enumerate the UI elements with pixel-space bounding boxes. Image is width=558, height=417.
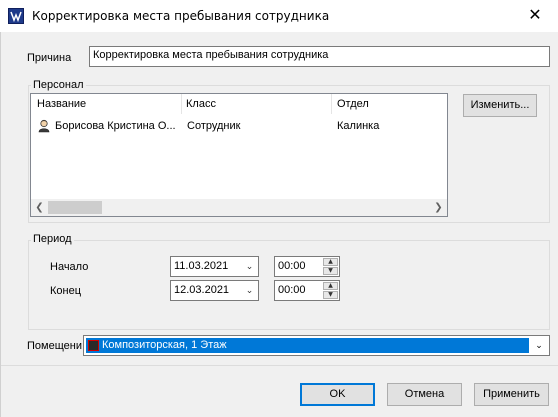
window-title: Корректировка места пребывания сотрудник… (32, 9, 330, 23)
start-label: Начало (50, 261, 89, 273)
reason-input[interactable]: Корректировка места пребывания сотрудник… (89, 46, 550, 67)
dialog-body: Причина Корректировка места пребывания с… (0, 32, 558, 417)
apply-button[interactable]: Применить (474, 383, 549, 406)
ok-button[interactable]: OK (300, 383, 375, 406)
list-header: Название Класс Отдел (31, 94, 447, 114)
start-date-picker[interactable]: 11.03.2021 ⌄ (170, 256, 259, 277)
chevron-down-icon[interactable]: ⌄ (241, 257, 258, 276)
row-dept: Калинка (337, 120, 380, 132)
change-personnel-button[interactable]: Изменить... (463, 94, 537, 117)
cancel-button[interactable]: Отмена (387, 383, 462, 406)
spin-down-icon[interactable]: ▼ (323, 267, 338, 275)
end-time-spinner[interactable]: 00:00 ▲ ▼ (274, 280, 340, 301)
person-icon (38, 119, 50, 133)
personnel-list[interactable]: Название Класс Отдел Борисова Кристина О… (30, 93, 448, 217)
spin-up-icon[interactable]: ▲ (323, 282, 338, 290)
room-label: Помещени (27, 340, 82, 352)
chevron-down-icon[interactable]: ⌄ (531, 336, 547, 356)
room-selection: Композиторская, 1 Этаж (86, 338, 529, 353)
column-divider[interactable] (181, 94, 182, 114)
start-time-spinner[interactable]: 00:00 ▲ ▼ (274, 256, 340, 277)
room-icon (88, 340, 99, 351)
scroll-thumb[interactable] (48, 201, 102, 214)
period-group-title: Период (31, 233, 74, 245)
list-item[interactable]: Борисова Кристина О... Сотрудник Калинка (31, 118, 447, 135)
scroll-left-icon[interactable]: ❮ (31, 199, 48, 216)
end-label: Конец (50, 285, 82, 297)
start-date-value: 11.03.2021 (174, 260, 229, 272)
spin-down-icon[interactable]: ▼ (323, 291, 338, 299)
row-class: Сотрудник (187, 120, 241, 132)
column-header-name[interactable]: Название (37, 98, 86, 110)
chevron-down-icon[interactable]: ⌄ (241, 281, 258, 300)
column-divider[interactable] (331, 94, 332, 114)
personnel-group-title: Персонал (31, 79, 86, 91)
room-value: Композиторская, 1 Этаж (102, 339, 227, 351)
scroll-right-icon[interactable]: ❯ (430, 199, 447, 216)
end-time-value: 00:00 (278, 284, 306, 296)
app-icon (8, 8, 24, 24)
horizontal-scrollbar[interactable]: ❮ ❯ (31, 199, 447, 216)
spin-up-icon[interactable]: ▲ (323, 258, 338, 266)
title-bar: Корректировка места пребывания сотрудник… (0, 0, 558, 33)
close-icon[interactable]: ✕ (512, 0, 558, 32)
start-time-value: 00:00 (278, 260, 306, 272)
end-date-picker[interactable]: 12.03.2021 ⌄ (170, 280, 259, 301)
room-dropdown[interactable]: Композиторская, 1 Этаж ⌄ (83, 335, 550, 356)
divider (1, 365, 558, 366)
reason-label: Причина (27, 52, 72, 64)
column-header-dept[interactable]: Отдел (337, 98, 369, 110)
end-date-value: 12.03.2021 (174, 284, 230, 296)
row-name: Борисова Кристина О... (55, 120, 176, 132)
column-header-class[interactable]: Класс (186, 98, 216, 110)
